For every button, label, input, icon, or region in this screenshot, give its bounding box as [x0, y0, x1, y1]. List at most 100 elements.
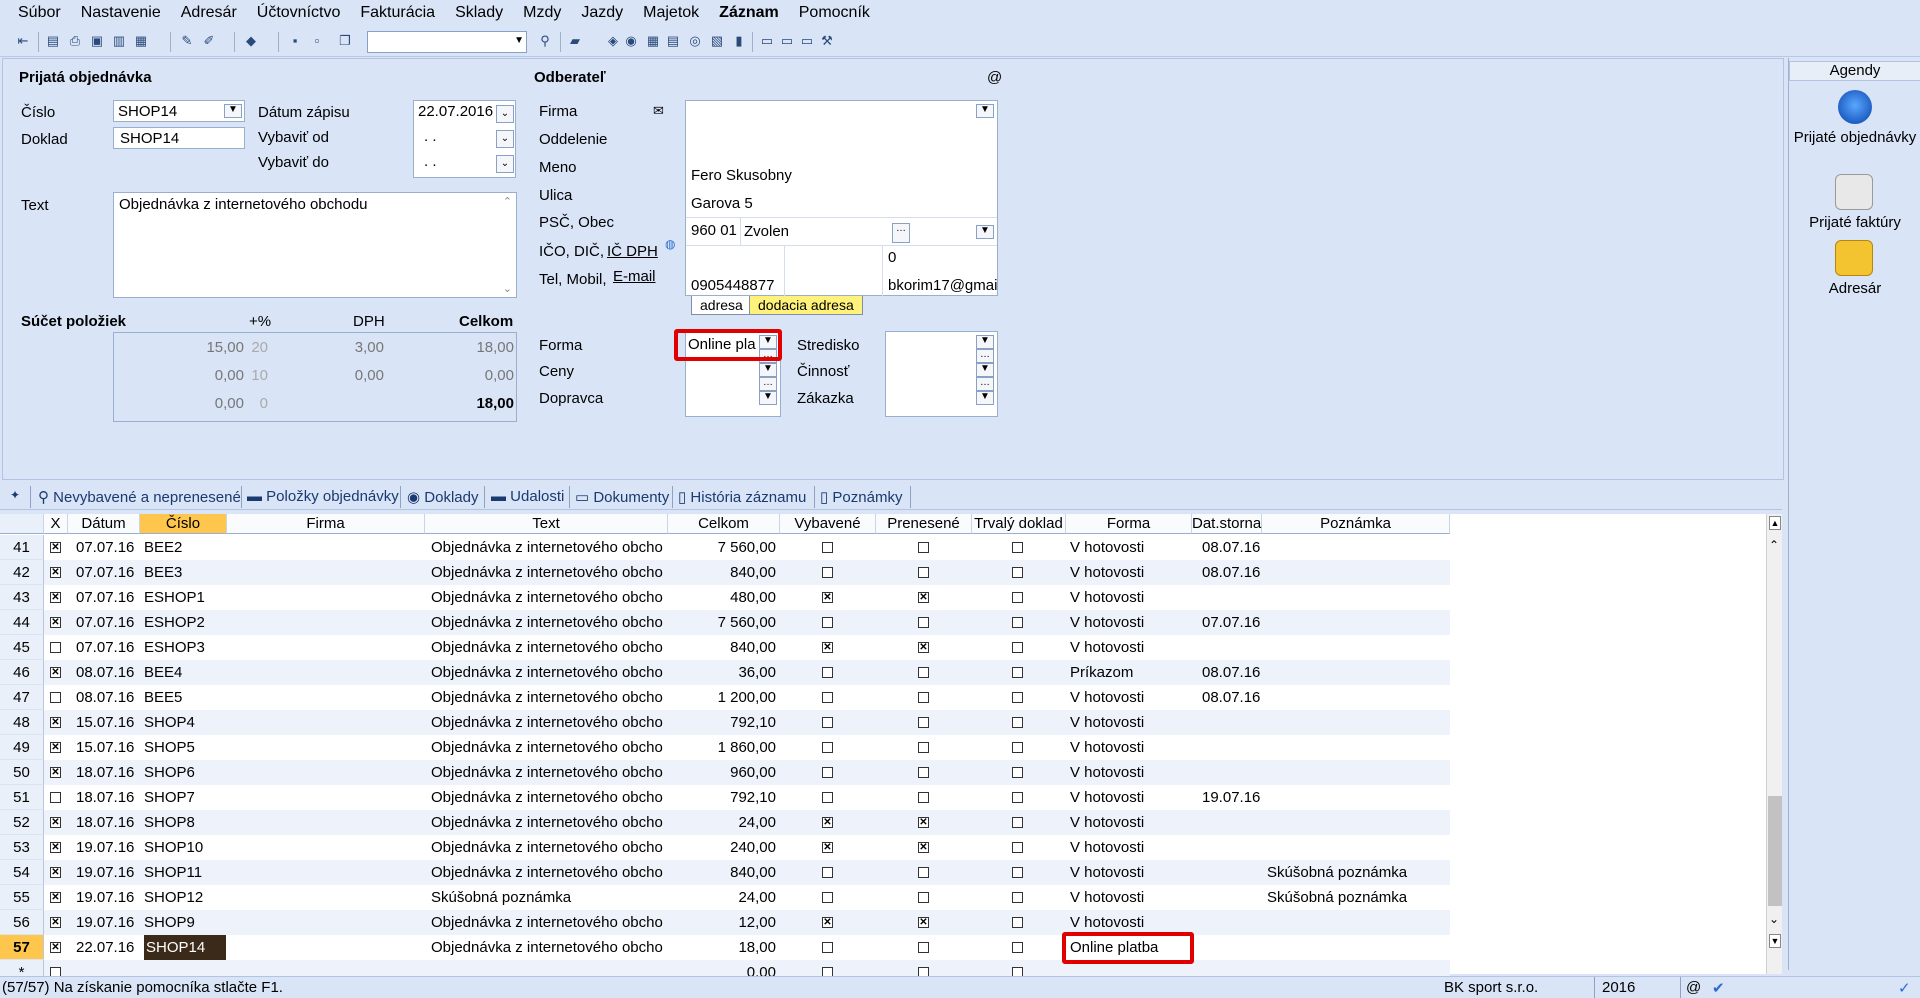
tools-icon[interactable]: ⚒: [818, 32, 836, 50]
cell-s[interactable]: 840,00: [668, 635, 776, 660]
tab-adresa[interactable]: adresa: [691, 296, 752, 315]
vybavit-od-value[interactable]: . .: [424, 128, 437, 145]
x-checkbox[interactable]: ✕: [50, 767, 61, 778]
menu-item-2[interactable]: Adresár: [181, 4, 237, 22]
cell-ds[interactable]: 08.07.16: [1202, 560, 1262, 585]
tab-polozky[interactable]: ▬ Položky objednávky: [247, 488, 399, 505]
x-checkbox[interactable]: ✕: [50, 867, 61, 878]
vybavene-checkbox[interactable]: [822, 767, 833, 778]
stredisko-box[interactable]: ▼ … ▼ … ▼: [885, 331, 998, 417]
cell-s[interactable]: 1 200,00: [668, 685, 776, 710]
cell-pz[interactable]: [1267, 560, 1447, 585]
new-icon[interactable]: ✎: [178, 32, 196, 50]
cell-pz[interactable]: [1267, 810, 1447, 835]
table-row[interactable]: 54 ✕ 19.07.16 SHOP11 Objednávka z internetov…: [0, 860, 1450, 885]
trvaly-doklad-checkbox[interactable]: [1012, 842, 1023, 853]
prenesene-checkbox[interactable]: ✕: [918, 817, 929, 828]
vybavene-checkbox[interactable]: [822, 717, 833, 728]
cell-d[interactable]: 07.07.16: [76, 635, 142, 660]
row-number[interactable]: 52: [0, 810, 44, 835]
cell-d[interactable]: 18.07.16: [76, 760, 142, 785]
cell-t[interactable]: Objednávka z internetového obcho: [431, 560, 667, 585]
x-checkbox[interactable]: ✕: [50, 942, 61, 953]
cell-f[interactable]: V hotovosti: [1070, 760, 1190, 785]
cislo-dropdown-icon[interactable]: ▼: [224, 104, 242, 118]
table-row[interactable]: 42 ✕ 07.07.16 BEE3 Objednávka z internetovéh…: [0, 560, 1450, 585]
ceny-dropdown-icon[interactable]: ▼: [759, 363, 777, 377]
row-number[interactable]: 46: [0, 660, 44, 685]
obec-dropdown-icon[interactable]: ▼: [976, 225, 994, 239]
prenesene-checkbox[interactable]: [918, 867, 929, 878]
table-row[interactable]: 57 ✕ 22.07.16 SHOP14 Objednávka z internetov…: [0, 935, 1450, 960]
cell-pz[interactable]: Skúšobná poznámka: [1267, 860, 1447, 885]
icdph-link[interactable]: IČ DPH: [607, 243, 658, 260]
cell-t[interactable]: Objednávka z internetového obcho: [431, 585, 667, 610]
prenesene-checkbox[interactable]: ✕: [918, 842, 929, 853]
cell-d[interactable]: 07.07.16: [76, 585, 142, 610]
dopravca-dropdown-icon[interactable]: ▼: [759, 391, 777, 405]
vybavit-do-value[interactable]: . .: [424, 153, 437, 170]
calendar-icon[interactable]: ▦: [644, 32, 662, 50]
scroll-up-icon[interactable]: ⌃: [1769, 538, 1779, 552]
doklad-field[interactable]: SHOP14: [113, 127, 245, 149]
prenesene-checkbox[interactable]: [918, 567, 929, 578]
trvaly-doklad-checkbox[interactable]: [1012, 692, 1023, 703]
cell-f[interactable]: V hotovosti: [1070, 635, 1190, 660]
x-checkbox[interactable]: [50, 792, 61, 803]
menu-item-7[interactable]: Jazdy: [581, 4, 623, 22]
cell-s[interactable]: 480,00: [668, 585, 776, 610]
x-checkbox[interactable]: ✕: [50, 817, 61, 828]
trvaly-doklad-checkbox[interactable]: [1012, 592, 1023, 603]
obec-value[interactable]: Zvolen: [744, 223, 789, 240]
vybavene-checkbox[interactable]: [822, 867, 833, 878]
table-row[interactable]: 46 ✕ 08.07.16 BEE4 Objednávka z internetovéh…: [0, 660, 1450, 685]
cell-c[interactable]: SHOP6: [144, 760, 226, 785]
trvaly-doklad-checkbox[interactable]: [1012, 767, 1023, 778]
cell-ds[interactable]: [1202, 710, 1262, 735]
row-number[interactable]: 43: [0, 585, 44, 610]
cell-pz[interactable]: [1267, 685, 1447, 710]
edit-icon[interactable]: ✐: [200, 32, 218, 50]
trvaly-doklad-checkbox[interactable]: [1012, 917, 1023, 928]
cell-c[interactable]: BEE4: [144, 660, 226, 685]
table-row[interactable]: 47 08.07.16 BEE5 Objednávka z internetového…: [0, 685, 1450, 710]
cell-ds[interactable]: [1202, 885, 1262, 910]
cell-t[interactable]: Objednávka z internetového obcho: [431, 735, 667, 760]
barcode-icon[interactable]: ▮: [730, 32, 748, 50]
cell-s[interactable]: 792,10: [668, 785, 776, 810]
x-checkbox[interactable]: [50, 642, 61, 653]
cell-s[interactable]: 36,00: [668, 660, 776, 685]
x-checkbox[interactable]: ✕: [50, 892, 61, 903]
agenda-prijate-objednavky[interactable]: Prijaté objednávky: [1789, 128, 1920, 147]
cell-d[interactable]: 19.07.16: [76, 860, 142, 885]
print-setup-icon[interactable]: ▦: [132, 32, 150, 50]
col-vybavene[interactable]: Vybavené: [780, 514, 876, 534]
meno-value[interactable]: Fero Skusobny: [691, 167, 792, 184]
cell-c[interactable]: BEE3: [144, 560, 226, 585]
vybavene-checkbox[interactable]: [822, 692, 833, 703]
vybavene-checkbox[interactable]: [822, 892, 833, 903]
cell-c[interactable]: ESHOP3: [144, 635, 226, 660]
date-dropdown-icon[interactable]: ⌄: [496, 105, 514, 123]
cell-ds[interactable]: 08.07.16: [1202, 685, 1262, 710]
cell-c[interactable]: SHOP12: [144, 885, 226, 910]
row-number[interactable]: 49: [0, 735, 44, 760]
tab-udalosti[interactable]: ▬ Udalosti: [491, 488, 564, 505]
agenda-prijate-faktury[interactable]: Prijaté faktúry: [1789, 213, 1920, 232]
vybavene-checkbox[interactable]: ✕: [822, 642, 833, 653]
col-celkom[interactable]: Celkom: [668, 514, 780, 534]
table-row[interactable]: 53 ✕ 19.07.16 SHOP10 Objednávka z internetov…: [0, 835, 1450, 860]
ulica-value[interactable]: Garova 5: [691, 195, 753, 212]
vybavene-checkbox[interactable]: ✕: [822, 817, 833, 828]
row-number[interactable]: 44: [0, 610, 44, 635]
cell-t[interactable]: Objednávka z internetového obcho: [431, 710, 667, 735]
status-check-icon[interactable]: ✔: [1712, 979, 1725, 997]
preview-icon[interactable]: ▣: [88, 32, 106, 50]
col-prenesene[interactable]: Prenesené: [876, 514, 972, 534]
prenesene-checkbox[interactable]: ✕: [918, 642, 929, 653]
disk-icon[interactable]: ▪: [286, 32, 304, 50]
prenesene-checkbox[interactable]: [918, 692, 929, 703]
cell-c[interactable]: ESHOP1: [144, 585, 226, 610]
save-icon[interactable]: ▤: [44, 32, 62, 50]
icdph-value[interactable]: 0: [888, 249, 896, 266]
